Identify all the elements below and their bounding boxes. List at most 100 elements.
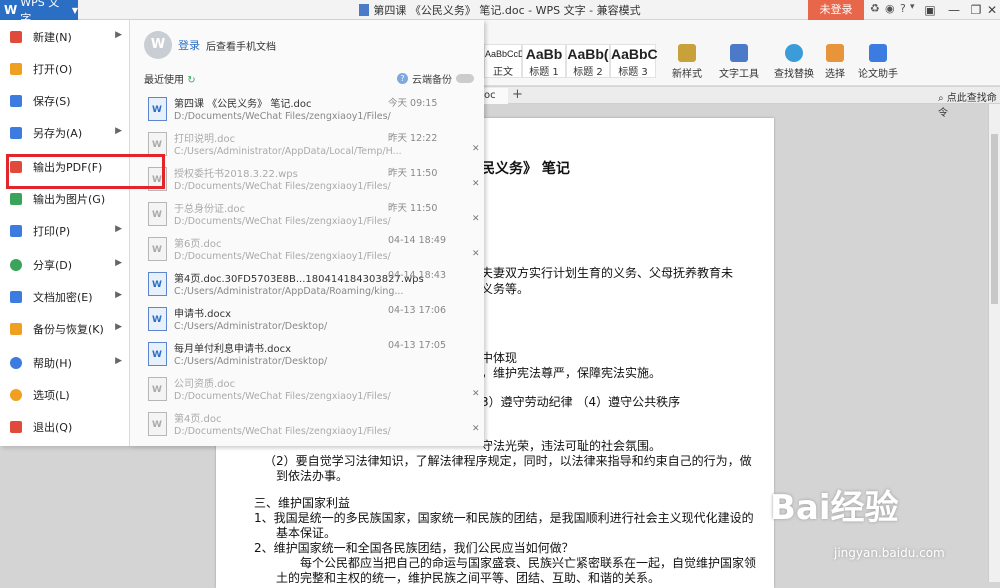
recent-file-item[interactable]: 于总身份证.doc D:/Documents/WeChat Files/zeng…	[148, 200, 480, 234]
doc-line: 夫妻双方实行计划生育的义务、父母抚养教育未	[481, 266, 734, 280]
save-icon	[10, 95, 22, 107]
help-icon[interactable]: ?	[900, 2, 906, 15]
chevron-down-icon: ▼	[71, 5, 78, 15]
chevron-right-icon: ▶	[115, 258, 122, 268]
close-button[interactable]: ✕	[984, 0, 1000, 20]
text-tools-button[interactable]: 文字工具	[716, 44, 762, 80]
cloud-backup[interactable]: ? 云端备份	[397, 71, 474, 86]
wps-file-icon	[148, 272, 167, 296]
new-doc-icon	[10, 31, 22, 43]
select-button[interactable]: 选择	[820, 44, 850, 80]
doc-line: 土的完整和主权的统一，维护民族之间平等、团结、互助、和谐的关系。	[276, 571, 661, 585]
remove-icon[interactable]: ✕	[472, 249, 480, 259]
recent-file-item[interactable]: 申请书.docx C:/Users/Administrator/Desktop/…	[148, 305, 478, 339]
menu-item-save[interactable]: 保存(S)	[0, 90, 130, 112]
remove-icon[interactable]: ✕	[472, 214, 480, 224]
recent-file-item[interactable]: 每月单付利息申请书.docx C:/Users/Administrator/De…	[148, 340, 478, 374]
scrollbar-thumb[interactable]	[991, 134, 998, 304]
save-as-icon	[10, 127, 22, 139]
word-file-icon	[148, 97, 167, 121]
gear-icon	[10, 389, 22, 401]
cursor-icon	[826, 44, 844, 62]
word-file-icon	[148, 202, 167, 226]
chevron-right-icon: ▶	[115, 290, 122, 300]
menu-item-export-image[interactable]: 输出为图片(G)	[0, 188, 130, 210]
recent-files-panel: W 登录 后查看手机文档 最近使用 ↻ ? 云端备份 第四课 《公民义务》 笔记…	[130, 20, 484, 446]
menu-item-open[interactable]: 打开(O)	[0, 58, 130, 80]
menu-item-save-as[interactable]: 另存为(A) ▶	[0, 122, 130, 144]
chevron-right-icon: ▶	[115, 30, 122, 40]
word-file-icon	[148, 132, 167, 156]
chevron-right-icon: ▶	[115, 224, 122, 234]
style-heading-3[interactable]: AaBbC 标题 3	[610, 44, 658, 78]
word-file-icon	[148, 342, 167, 366]
recent-file-item[interactable]: 第四课 《公民义务》 笔记.doc D:/Documents/WeChat Fi…	[148, 95, 478, 129]
title-bar: W WPS 文字 ▼ 第四课 《公民义务》 笔记.doc - WPS 文字 - …	[0, 0, 1000, 25]
menu-item-help[interactable]: 帮助(H) ▶	[0, 352, 130, 374]
restore-ribbon-icon[interactable]: ▣	[918, 0, 942, 20]
menu-item-options[interactable]: 选项(L)	[0, 384, 130, 406]
recent-file-item[interactable]: 第4页.doc D:/Documents/WeChat Files/zengxi…	[148, 410, 480, 444]
help-icon: ?	[397, 73, 408, 84]
menu-item-exit[interactable]: 退出(Q)	[0, 416, 130, 438]
help-icon	[10, 357, 22, 369]
doc-line: 到依法办事。	[276, 469, 349, 483]
menu-item-print[interactable]: 打印(P) ▶	[0, 220, 130, 242]
account-row: W 登录 后查看手机文档	[144, 30, 276, 60]
highlight-box	[6, 154, 165, 189]
printer-icon	[10, 225, 22, 237]
menu-item-backup[interactable]: 备份与恢复(K) ▶	[0, 318, 130, 340]
recent-file-item[interactable]: 打印说明.doc C:/Users/Administrator/AppData/…	[148, 130, 480, 164]
login-button[interactable]: 未登录	[808, 0, 864, 20]
style-heading-1[interactable]: AaBb 标题 1	[522, 44, 566, 78]
login-link[interactable]: 登录	[178, 37, 200, 53]
text-tools-icon	[730, 44, 748, 62]
doc-line: 3）遵守劳动纪律 （4）遵守公共秩序	[481, 395, 681, 409]
remove-icon[interactable]: ✕	[472, 389, 480, 399]
chevron-right-icon: ▶	[115, 356, 122, 366]
word-file-icon	[148, 237, 167, 261]
backup-icon	[10, 323, 22, 335]
word-file-icon	[148, 412, 167, 436]
lock-icon	[10, 291, 22, 303]
more-icon[interactable]: ▾	[910, 2, 915, 12]
word-file-icon	[148, 307, 167, 331]
avatar[interactable]: W	[144, 31, 172, 59]
wps-logo-icon: W	[4, 3, 18, 17]
menu-item-encrypt[interactable]: 文档加密(E) ▶	[0, 286, 130, 308]
document-icon	[359, 4, 370, 16]
recent-file-item[interactable]: 第4页.doc.30FD5703E8B...180414184303827.wp…	[148, 270, 478, 304]
folder-icon	[10, 63, 22, 75]
search-icon	[785, 44, 803, 62]
thesis-icon	[869, 44, 887, 62]
chevron-right-icon: ▶	[115, 322, 122, 332]
menu-item-new[interactable]: 新建(N) ▶	[0, 26, 130, 48]
new-style-icon	[678, 44, 696, 62]
image-icon	[10, 193, 22, 205]
skin-icon[interactable]: ♻	[870, 2, 880, 15]
minimize-button[interactable]: —	[942, 0, 966, 20]
new-tab-icon[interactable]: +	[512, 87, 523, 102]
share-icon[interactable]: ◉	[885, 2, 895, 15]
thesis-assistant-button[interactable]: 论文助手	[856, 44, 900, 80]
doc-heading: 民义务》 笔记	[481, 161, 570, 177]
watermark: Bai经验 jingyan.baidu.com	[770, 488, 945, 560]
remove-icon[interactable]: ✕	[472, 179, 480, 189]
doc-line: 义务等。	[481, 282, 530, 296]
refresh-icon: ↻	[187, 75, 196, 86]
wps-menu-button[interactable]: W WPS 文字 ▼	[0, 0, 78, 25]
cloud-backup-toggle[interactable]	[456, 74, 474, 83]
recent-file-item[interactable]: 公司资质.doc D:/Documents/WeChat Files/zengx…	[148, 375, 480, 409]
new-style-button[interactable]: 新样式	[668, 44, 706, 80]
menu-item-share[interactable]: 分享(D) ▶	[0, 254, 130, 276]
style-normal[interactable]: AaBbCcDd 正文	[484, 44, 530, 78]
find-replace-button[interactable]: 查找替换	[770, 44, 818, 80]
login-hint: 后查看手机文档	[206, 41, 276, 53]
recent-file-item[interactable]: 授权委托书2018.3.22.wps D:/Documents/WeChat F…	[148, 165, 480, 199]
share-icon	[10, 259, 22, 271]
style-heading-2[interactable]: AaBb( 标题 2	[566, 44, 610, 78]
remove-icon[interactable]: ✕	[472, 424, 480, 434]
remove-icon[interactable]: ✕	[472, 144, 480, 154]
recent-file-item[interactable]: 第6页.doc D:/Documents/WeChat Files/zengxi…	[148, 235, 480, 269]
doc-line: ，维护宪法尊严，保障宪法实施。	[481, 366, 662, 380]
